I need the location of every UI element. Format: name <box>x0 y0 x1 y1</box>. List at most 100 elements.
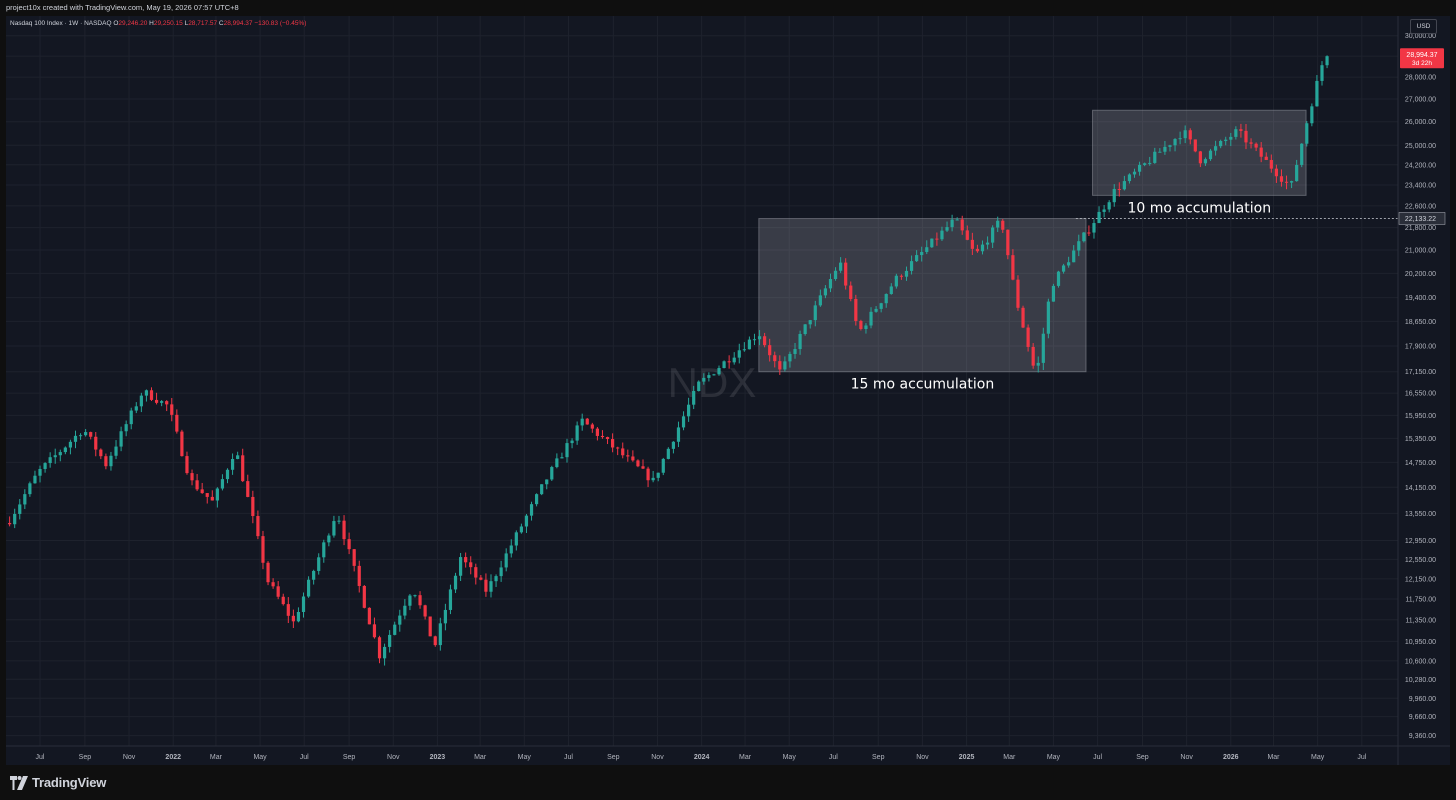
candle-body <box>813 305 817 321</box>
price-tick-label: 17,150.00 <box>1405 369 1436 376</box>
time-tick-label: May <box>1047 754 1061 761</box>
candle-body <box>185 456 189 474</box>
candle-body <box>1097 211 1101 224</box>
candle-body <box>666 448 670 459</box>
candle-body <box>286 604 290 616</box>
candle-body <box>78 435 83 437</box>
candle-body <box>534 494 539 505</box>
candle-body <box>925 247 929 252</box>
candle-body <box>1148 162 1152 164</box>
candle-body <box>661 458 665 473</box>
candle-body <box>443 609 447 624</box>
candle-body <box>980 244 985 252</box>
candle-body <box>763 336 767 346</box>
candle-body <box>1178 138 1182 140</box>
candle-body <box>676 427 681 442</box>
price-tick-label: 10,600.00 <box>1405 658 1436 665</box>
time-tick-label: Nov <box>387 754 400 761</box>
candle-body <box>909 261 914 271</box>
candle-body <box>524 515 529 527</box>
price-chart[interactable]: NDX 15 mo accumulation 10 mo accumulation 9… <box>6 16 1450 765</box>
chart-pane[interactable]: NDX 15 mo accumulation 10 mo accumulation 9… <box>6 16 1450 765</box>
time-tick-label: Jul <box>564 754 573 761</box>
candle-body <box>1051 285 1056 302</box>
candle-body <box>58 452 62 456</box>
tradingview-brand[interactable]: TradingView <box>10 775 106 790</box>
candle-body <box>332 521 336 536</box>
candle-body <box>580 418 584 426</box>
candle-body <box>306 579 311 597</box>
candle-body <box>864 325 868 330</box>
candle-body <box>1143 163 1147 165</box>
currency-button[interactable]: USD <box>1410 19 1437 34</box>
candle-body <box>438 623 442 646</box>
candle-body <box>220 479 225 489</box>
price-tick-label: 23,400.00 <box>1405 183 1436 190</box>
candle-body <box>48 457 52 464</box>
price-tick-label: 21,800.00 <box>1405 225 1436 232</box>
candle-body <box>884 294 888 304</box>
candle-body <box>965 230 969 240</box>
candle-body <box>641 466 645 469</box>
candle-body <box>261 536 265 563</box>
price-tick-label: 9,360.00 <box>1409 733 1436 740</box>
candle-body <box>458 557 463 576</box>
candle-body <box>545 479 549 485</box>
candle-body <box>357 565 361 586</box>
price-tick-label: 24,200.00 <box>1405 162 1436 169</box>
candle-body <box>844 262 848 286</box>
price-tick-label: 27,000.00 <box>1405 97 1436 104</box>
candle-body <box>190 473 194 481</box>
candle-body <box>519 526 523 533</box>
candle-body <box>1213 146 1218 151</box>
candle-body <box>975 248 980 252</box>
candle-body <box>1026 327 1030 347</box>
candle-body <box>707 375 711 378</box>
time-tick-label: Mar <box>1267 754 1280 761</box>
candle-body <box>702 377 706 382</box>
candle-body <box>1168 145 1172 147</box>
candle-body <box>1107 202 1111 210</box>
candle-body <box>727 361 731 363</box>
candle-body <box>737 350 741 358</box>
candle-body <box>362 585 366 608</box>
candle-body <box>540 484 544 495</box>
candle-body <box>139 395 143 407</box>
candle-body <box>757 336 762 340</box>
candle-body <box>565 443 569 458</box>
candle-body <box>1122 181 1126 190</box>
candle-body <box>23 494 27 505</box>
candle-body <box>1269 159 1273 169</box>
candle-body <box>940 230 944 240</box>
candle-body <box>955 219 959 221</box>
candle-body <box>1224 139 1228 141</box>
candle-body <box>1112 188 1116 203</box>
candle-body <box>626 455 630 457</box>
candle-body <box>1072 250 1076 263</box>
candle-body <box>433 636 437 646</box>
candle-body <box>1011 255 1015 280</box>
price-tick-label: 20,200.00 <box>1405 271 1436 278</box>
candle-body <box>950 219 954 228</box>
candle-body <box>712 374 716 376</box>
time-tick-label: Mar <box>1003 754 1016 761</box>
candle-body <box>808 320 812 325</box>
candle-body <box>1061 265 1066 272</box>
candle-body <box>160 401 164 403</box>
candle-body <box>1041 333 1045 363</box>
candle-body <box>317 557 321 571</box>
candle-body <box>408 595 412 606</box>
candle-body <box>1219 140 1223 147</box>
candle-body <box>1117 188 1121 190</box>
price-tick-label: 17,900.00 <box>1405 344 1436 351</box>
candle-body <box>894 275 898 287</box>
candle-body <box>783 361 787 370</box>
candle-body <box>732 357 736 363</box>
candle-body <box>448 589 453 610</box>
candle-body <box>996 220 1000 228</box>
candle-body <box>225 469 230 480</box>
candle-body <box>230 459 235 470</box>
candle-body <box>251 496 255 517</box>
time-tick-label: Jul <box>1093 754 1102 761</box>
candle-body <box>342 520 346 540</box>
